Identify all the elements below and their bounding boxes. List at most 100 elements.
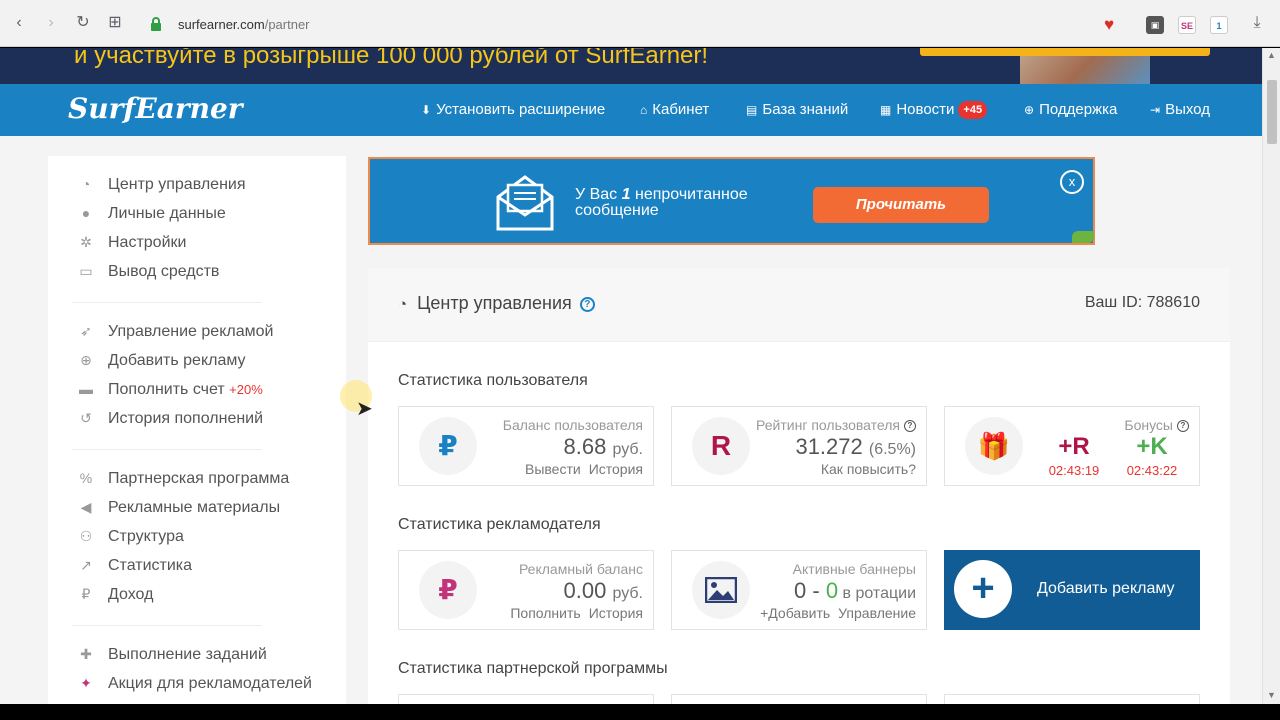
sidebar-item-ad-management[interactable]: ➶ Управление рекламой	[76, 323, 273, 345]
sidebar-item-ad-materials[interactable]: ◀ Рекламные материалы	[76, 499, 281, 521]
ad-history-link[interactable]: История	[589, 605, 643, 621]
how-to-improve-link[interactable]: Как повысить?	[821, 461, 916, 477]
address-bar[interactable]: surfearner.com/partner	[178, 17, 310, 32]
ad-balance-links: Пополнить История	[502, 605, 643, 621]
withdraw-link[interactable]: Вывести	[525, 461, 581, 477]
read-message-button[interactable]: Прочитать	[813, 187, 989, 223]
nav-cabinet[interactable]: ⌂ Кабинет	[640, 84, 709, 136]
logo[interactable]: SurfEarner	[68, 92, 243, 125]
scroll-up-icon[interactable]: ▲	[1267, 50, 1276, 60]
add-ad-button[interactable]: + Добавить рекламу	[944, 550, 1200, 630]
sidebar-item-add-ad[interactable]: ⊕ Добавить рекламу	[76, 352, 245, 374]
image-icon	[692, 561, 750, 619]
download-icon[interactable]: ⤓	[1248, 14, 1266, 32]
sidebar-item-tasks[interactable]: ✚ Выполнение заданий	[76, 646, 267, 668]
ad-balance-label: Рекламный баланс	[518, 561, 643, 577]
rocket-icon: ➶	[80, 323, 92, 339]
rating-label-text: Рейтинг пользователя	[756, 417, 900, 433]
bonus-r-label: +R	[1058, 433, 1090, 460]
extension-icon[interactable]: ▣	[1146, 16, 1164, 34]
heart-icon[interactable]: ♥	[1104, 16, 1114, 34]
puzzle-icon: ✚	[80, 646, 92, 662]
forward-icon[interactable]: ›	[42, 14, 60, 32]
top-up-link[interactable]: Пополнить	[510, 605, 580, 621]
sidebar-item-label: Центр управления	[108, 176, 246, 193]
rating-links: Как повысить?	[813, 461, 916, 477]
sidebar-item-dashboard[interactable]: ◔ Центр управления	[76, 176, 246, 198]
reload-icon[interactable]: ↻	[74, 14, 92, 32]
news-count-badge: +45	[958, 101, 988, 119]
sidebar-item-settings[interactable]: ✲ Настройки	[76, 234, 186, 256]
page-scrollbar[interactable]: ▲ ▼	[1262, 48, 1280, 704]
download-icon: ⬇	[421, 103, 432, 117]
money-icon: ▭	[79, 263, 93, 279]
sidebar-item-partner-program[interactable]: % Партнерская программа	[76, 470, 290, 492]
partner-card	[398, 694, 654, 704]
banners-suffix: в ротации	[838, 585, 916, 602]
active-banners-card: Активные баннеры 0 - 0 в ротации +Добави…	[671, 550, 927, 630]
promo-text: и участвуйте в розыгрыше 100 000 рублей …	[74, 48, 709, 69]
sidebar-item-topup-history[interactable]: ↺ История пополнений	[76, 410, 263, 432]
back-icon[interactable]: ‹	[10, 14, 28, 32]
leaf-icon	[1072, 231, 1094, 243]
bonus-r-timer: 02:43:19	[1048, 463, 1100, 478]
ruble-icon: ₽	[419, 561, 477, 619]
ad-balance-card: ₽ Рекламный баланс 0.00 руб. Пополнить Ис…	[398, 550, 654, 630]
book-icon: ▤	[746, 103, 758, 117]
extension-counter-icon[interactable]: 1	[1210, 16, 1228, 34]
rating-icon: R	[692, 417, 750, 475]
nav-label: Новости	[896, 101, 955, 118]
user-balance-card: ₽ Баланс пользователя 8.68 руб. Вывести И…	[398, 406, 654, 486]
plus-circle-icon: ⊕	[80, 352, 92, 368]
nav-support[interactable]: ⊕ Поддержка	[1024, 84, 1117, 136]
nav-label: Кабинет	[652, 101, 710, 118]
add-banner-link[interactable]: +Добавить	[760, 605, 830, 621]
top-navigation: SurfEarner ⬇ Установить расширение ⌂ Кабин…	[0, 84, 1262, 136]
sidebar-item-structure[interactable]: ⚇ Структура	[76, 528, 184, 550]
surfearner-extension-icon[interactable]: SE	[1178, 16, 1196, 34]
sidebar-divider	[72, 449, 262, 450]
sidebar-item-label: Личные данные	[108, 205, 226, 222]
lifebuoy-icon: ⊕	[1024, 103, 1035, 117]
sidebar-item-advertiser-promo[interactable]: ✦ Акция для рекламодателей	[76, 675, 312, 697]
scroll-thumb[interactable]	[1267, 80, 1277, 144]
nav-logout[interactable]: ⇥ Выход	[1150, 84, 1210, 136]
manage-banners-link[interactable]: Управление	[838, 605, 916, 621]
rating-percent: (6.5%)	[868, 441, 916, 458]
nav-news[interactable]: ▦ Новости +45	[880, 84, 988, 136]
close-icon[interactable]: x	[1060, 170, 1084, 194]
scroll-down-icon[interactable]: ▼	[1267, 690, 1276, 700]
chart-line-icon: ↗	[80, 557, 92, 573]
sidebar-item-top-up[interactable]: ▬ Пополнить счет +20%	[76, 381, 263, 403]
apps-icon[interactable]: ⊞	[106, 14, 124, 32]
dashboard-panel-header: ◔ Центр управления? Ваш ID: 788610	[368, 268, 1230, 342]
sidebar-item-personal-data[interactable]: ● Личные данные	[76, 205, 226, 227]
help-icon[interactable]: ?	[1177, 420, 1189, 432]
bonus-k[interactable]: +K 02:43:22	[1117, 433, 1187, 478]
page: и участвуйте в розыгрыше 100 000 рублей …	[0, 48, 1262, 704]
page-title: ◔ Центр управления?	[398, 293, 595, 314]
help-icon[interactable]: ?	[579, 297, 595, 312]
sidebar-item-income[interactable]: ₽ Доход	[76, 586, 154, 608]
bonus-k-timer: 02:43:22	[1126, 463, 1178, 478]
partner-stats-title: Статистика партнерской программы	[398, 660, 668, 677]
sidebar-item-label: Партнерская программа	[108, 470, 290, 487]
nav-install-extension[interactable]: ⬇ Установить расширение	[421, 84, 605, 136]
balance-history-link[interactable]: История	[589, 461, 643, 477]
promo-banner[interactable]: и участвуйте в розыгрыше 100 000 рублей …	[0, 48, 1262, 84]
sidebar-item-label: Вывод средств	[108, 263, 220, 280]
sidebar: ◔ Центр управления ● Личные данные ✲ Настро…	[48, 156, 346, 704]
sidebar-item-statistics[interactable]: ↗ Статистика	[76, 557, 192, 579]
picture-icon	[704, 576, 738, 604]
promo-button[interactable]	[920, 48, 1210, 56]
unread-message-banner: У Вас 1 непрочитанное сообщение Прочитат…	[368, 157, 1095, 245]
unread-message-text: У Вас 1 непрочитанное сообщение	[575, 187, 775, 219]
sidebar-item-label: Рекламные материалы	[108, 499, 281, 516]
nav-knowledge-base[interactable]: ▤ База знаний	[746, 84, 848, 136]
plus-icon: +	[954, 560, 1012, 618]
banners-links: +Добавить Управление	[752, 605, 916, 621]
sidebar-item-withdraw[interactable]: ▭ Вывод средств	[76, 263, 219, 285]
mouse-cursor-icon: ➤	[356, 398, 373, 420]
help-icon[interactable]: ?	[904, 420, 916, 432]
bonus-r[interactable]: +R 02:43:19	[1039, 433, 1109, 478]
